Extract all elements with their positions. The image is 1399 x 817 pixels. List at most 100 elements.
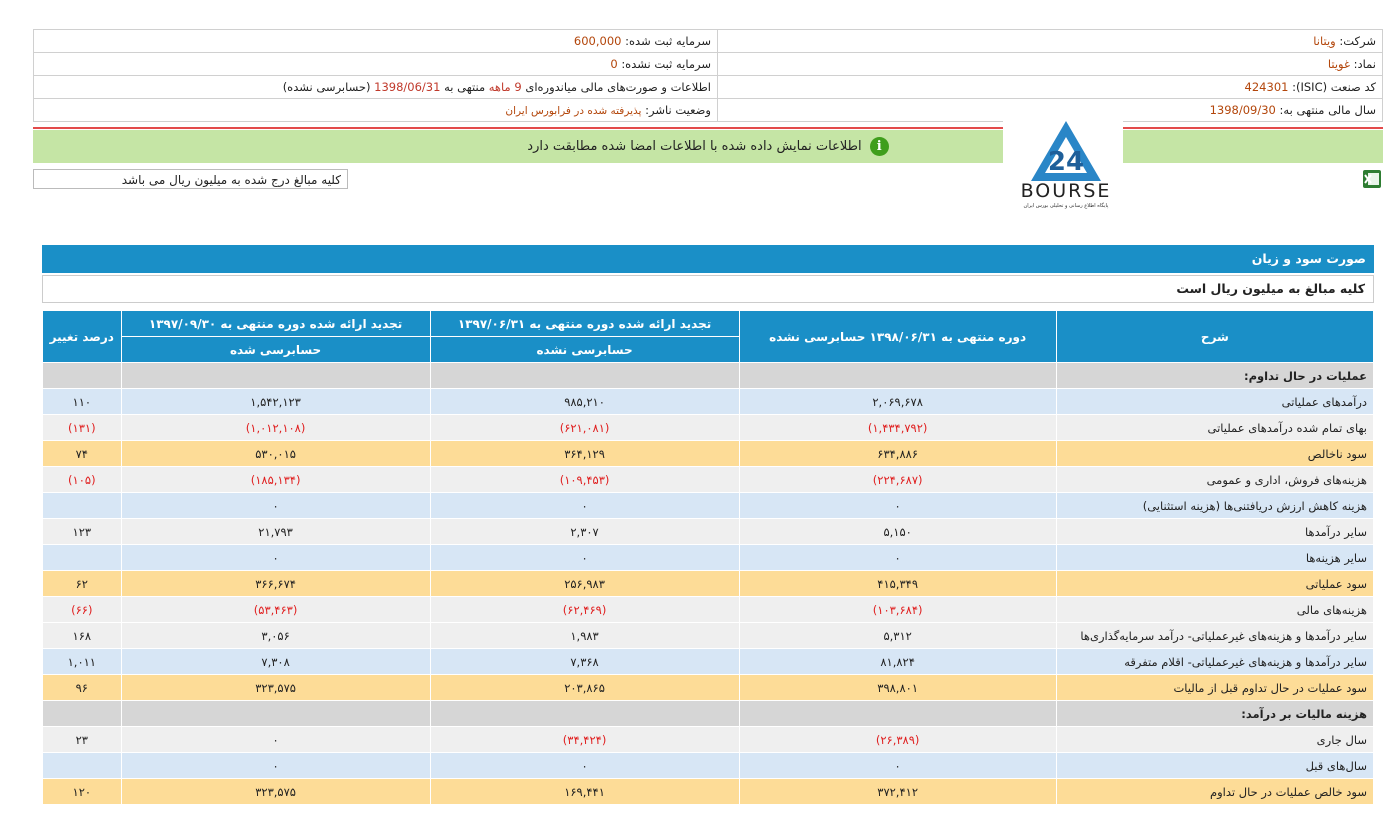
- row-current-value: ۰: [738, 752, 1057, 779]
- row-prev1-value: ۲,۳۰۷: [429, 518, 740, 545]
- col-prev2-header: تجدید ارائه شده دوره منتهی به ۱۳۹۷/۰۹/۳۰: [120, 310, 431, 337]
- report-cell: اطلاعات و صورت‌های مالی میاندوره‌ای 9 ما…: [33, 75, 718, 99]
- row-description: عملیات در حال تداوم:: [1055, 362, 1375, 389]
- row-prev2-value: ۳۲۳,۵۷۵: [120, 778, 431, 805]
- row-description: سود خالص عملیات در حال تداوم: [1055, 778, 1375, 805]
- row-prev2-value: ۰: [120, 726, 431, 753]
- row-prev1-value: ۱۶۹,۴۴۱: [429, 778, 740, 805]
- row-change-percent: ۷۴: [42, 440, 122, 467]
- row-prev1-value: ۰: [429, 752, 740, 779]
- row-prev1-value: ۱,۹۸۳: [429, 622, 740, 649]
- row-change-percent: ۹۶: [42, 674, 122, 701]
- row-prev2-value: [120, 700, 431, 727]
- logo-tagline: پایگاه اطلاع رسانی و تحلیلی بورس ایران: [1024, 202, 1109, 209]
- row-change-percent: ۱۲۳: [42, 518, 122, 545]
- symbol-label: نماد:: [1353, 57, 1376, 71]
- row-change-percent: ۱۲۰: [42, 778, 122, 805]
- row-current-value: ۳۹۸,۸۰۱: [738, 674, 1057, 701]
- report-mid: منتهی به: [444, 80, 486, 94]
- row-current-value: ۵,۳۱۲: [738, 622, 1057, 649]
- row-current-value: ۸۱,۸۲۴: [738, 648, 1057, 675]
- capital-cell: سرمایه ثبت شده: 600,000: [33, 29, 718, 53]
- col-prev1-header: تجدید ارائه شده دوره منتهی به ۱۳۹۷/۰۶/۳۱: [429, 310, 740, 337]
- logo-text: BOURSE: [1021, 180, 1112, 202]
- row-current-value: (۲۶,۳۸۹): [738, 726, 1057, 753]
- excel-export-icon[interactable]: [1362, 169, 1382, 189]
- table-row: سود ناخالص ۶۳۴,۸۸۶ ۳۶۴,۱۲۹ ۵۳۰,۰۱۵ ۷۴: [42, 440, 1375, 467]
- row-description: بهای تمام شده درآمدهای عملیاتی: [1055, 414, 1375, 441]
- row-current-value: ۲,۰۶۹,۶۷۸: [738, 388, 1057, 415]
- row-current-value: (۲۲۴,۶۸۷): [738, 466, 1057, 493]
- row-prev2-value: ۳,۰۵۶: [120, 622, 431, 649]
- row-description: هزینه‌های فروش، اداری و عمومی: [1055, 466, 1375, 493]
- table-row: سایر درآمدها و هزینه‌های غیرعملیاتی- اقل…: [42, 648, 1375, 675]
- col-change-header: درصد تغییر: [42, 310, 122, 363]
- row-description: درآمدهای عملیاتی: [1055, 388, 1375, 415]
- row-current-value: ۴۱۵,۳۴۹: [738, 570, 1057, 597]
- row-prev2-value: ۰: [120, 544, 431, 571]
- row-prev2-value: ۱,۵۴۲,۱۲۳: [120, 388, 431, 415]
- table-row: سود خالص عملیات در حال تداوم ۳۷۲,۴۱۲ ۱۶۹,۴…: [42, 778, 1375, 805]
- row-change-percent: [42, 492, 122, 519]
- row-description: سایر درآمدها و هزینه‌های غیرعملیاتی- درآ…: [1055, 622, 1375, 649]
- col-prev1-subheader: حسابرسی نشده: [429, 336, 740, 363]
- row-change-percent: (۱۰۵): [42, 466, 122, 493]
- row-change-percent: (۶۶): [42, 596, 122, 623]
- row-change-percent: ۱۱۰: [42, 388, 122, 415]
- row-prev1-value: [429, 700, 740, 727]
- row-current-value: ۵,۱۵۰: [738, 518, 1057, 545]
- fiscal-value: 1398/09/30: [1209, 103, 1276, 117]
- table-row: هزینه‌های فروش، اداری و عمومی (۲۲۴,۶۸۷) (۱…: [42, 466, 1375, 493]
- row-change-percent: [42, 362, 122, 389]
- row-change-percent: ۱,۰۱۱: [42, 648, 122, 675]
- row-change-percent: [42, 752, 122, 779]
- row-prev2-value: ۷,۳۰۸: [120, 648, 431, 675]
- section-title: صورت سود و زیان: [42, 245, 1374, 273]
- row-current-value: [738, 700, 1057, 727]
- symbol-link[interactable]: غویتا: [1328, 57, 1350, 71]
- row-current-value: ۰: [738, 544, 1057, 571]
- income-statement-table: شرح دوره منتهی به ۱۳۹۸/۰۶/۳۱ حسابرسی نشد…: [42, 310, 1375, 805]
- table-row: هزینه‌های مالی (۱۰۳,۶۸۴) (۶۲,۴۶۹) (۵۳,۴۶۳)(…: [42, 596, 1375, 623]
- status-value: پذیرفته شده در فرابورس ایران: [505, 105, 642, 117]
- row-description: هزینه کاهش ارزش دریافتنی‌ها (هزینه استثن…: [1055, 492, 1375, 519]
- bourse24-logo[interactable]: 24 BOURSE پایگاه اطلاع رسانی و تحلیلی بو…: [1003, 103, 1123, 213]
- capital-value: 600,000: [573, 34, 622, 48]
- row-change-percent: (۱۳۱): [42, 414, 122, 441]
- row-current-value: (۱,۴۳۴,۷۹۲): [738, 414, 1057, 441]
- report-period: 9 ماهه: [488, 80, 522, 94]
- row-prev2-value: (۱۸۵,۱۳۴): [120, 466, 431, 493]
- company-link[interactable]: ویتانا: [1313, 34, 1335, 48]
- report-date: 1398/06/31: [374, 80, 441, 94]
- row-description: سایر درآمدها: [1055, 518, 1375, 545]
- row-description: هزینه مالیات بر درآمد:: [1055, 700, 1375, 727]
- isic-label: کد صنعت (ISIC):: [1292, 80, 1376, 94]
- unregistered-label: سرمایه ثبت نشده:: [621, 57, 711, 71]
- row-current-value: ۰: [738, 492, 1057, 519]
- row-change-percent: ۲۳: [42, 726, 122, 753]
- row-description: سایر هزینه‌ها: [1055, 544, 1375, 571]
- row-change-percent: ۱۶۸: [42, 622, 122, 649]
- logo-number: 24: [1048, 147, 1084, 177]
- divider-line: [33, 127, 1383, 129]
- row-prev1-value: (۶۲۱,۰۸۱): [429, 414, 740, 441]
- row-prev1-value: ۳۶۴,۱۲۹: [429, 440, 740, 467]
- company-info-table: شرکت: ویتانا سرمایه ثبت شده: 600,000 نما…: [33, 29, 1383, 122]
- row-prev1-value: (۶۲,۴۶۹): [429, 596, 740, 623]
- row-prev2-value: (۱,۰۱۲,۱۰۸): [120, 414, 431, 441]
- row-description: سود عملیاتی: [1055, 570, 1375, 597]
- row-current-value: [738, 362, 1057, 389]
- row-prev2-value: ۰: [120, 752, 431, 779]
- row-current-value: ۶۳۴,۸۸۶: [738, 440, 1057, 467]
- amount-unit-note: کلیه مبالغ درج شده به میلیون ریال می باش…: [33, 169, 348, 189]
- report-prefix: اطلاعات و صورت‌های مالی میاندوره‌ای: [525, 80, 711, 94]
- isic-cell: کد صنعت (ISIC): 424301: [717, 75, 1383, 99]
- table-row: سایر درآمدها ۵,۱۵۰ ۲,۳۰۷ ۲۱,۷۹۳ ۱۲۳: [42, 518, 1375, 545]
- row-prev1-value: (۳۴,۴۲۴): [429, 726, 740, 753]
- col-current-header: دوره منتهی به ۱۳۹۸/۰۶/۳۱ حسابرسی نشده: [738, 310, 1057, 363]
- section-unit-note: کلیه مبالغ به میلیون ریال است: [42, 275, 1374, 303]
- row-prev1-value: ۲۵۶,۹۸۳: [429, 570, 740, 597]
- row-description: سال‌های قبل: [1055, 752, 1375, 779]
- table-row: سود عملیاتی ۴۱۵,۳۴۹ ۲۵۶,۹۸۳ ۳۶۶,۶۷۴ ۶۲: [42, 570, 1375, 597]
- symbol-cell: نماد: غویتا: [717, 52, 1383, 76]
